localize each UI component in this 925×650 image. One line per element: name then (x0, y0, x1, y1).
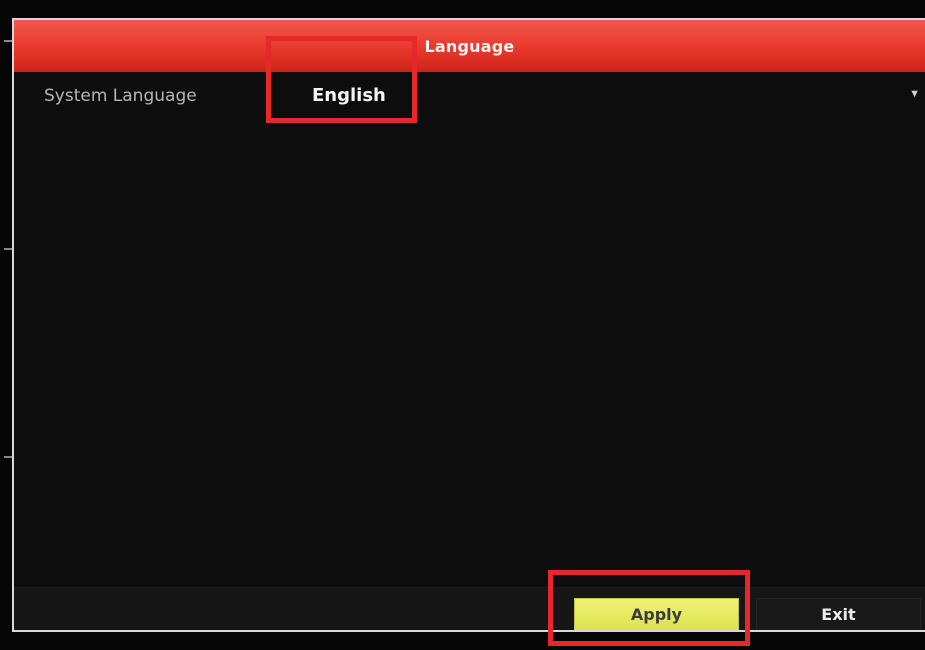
apply-button[interactable]: Apply (574, 598, 739, 630)
system-language-label: System Language (44, 86, 197, 106)
dialog-titlebar: Language (14, 20, 925, 72)
dialog-content: System Language English ▼ (14, 72, 925, 587)
system-language-select[interactable]: English ▼ (282, 72, 922, 120)
dialog-title: Language (424, 36, 515, 56)
dvr-screen: Language System Language English ▼ Apply… (0, 0, 925, 650)
system-language-value: English (312, 85, 386, 106)
language-dialog: Language System Language English ▼ Apply… (12, 18, 925, 632)
chevron-down-icon[interactable]: ▼ (909, 88, 920, 100)
dialog-footer: Apply Exit (14, 587, 925, 630)
screen-edge-mark (4, 456, 12, 458)
system-language-row: System Language English ▼ (14, 72, 925, 122)
apply-button-label: Apply (630, 605, 683, 624)
screen-edge-mark (4, 40, 12, 42)
exit-button[interactable]: Exit (756, 598, 921, 630)
screen-edge-mark (4, 248, 12, 250)
exit-button-label: Exit (821, 605, 856, 624)
